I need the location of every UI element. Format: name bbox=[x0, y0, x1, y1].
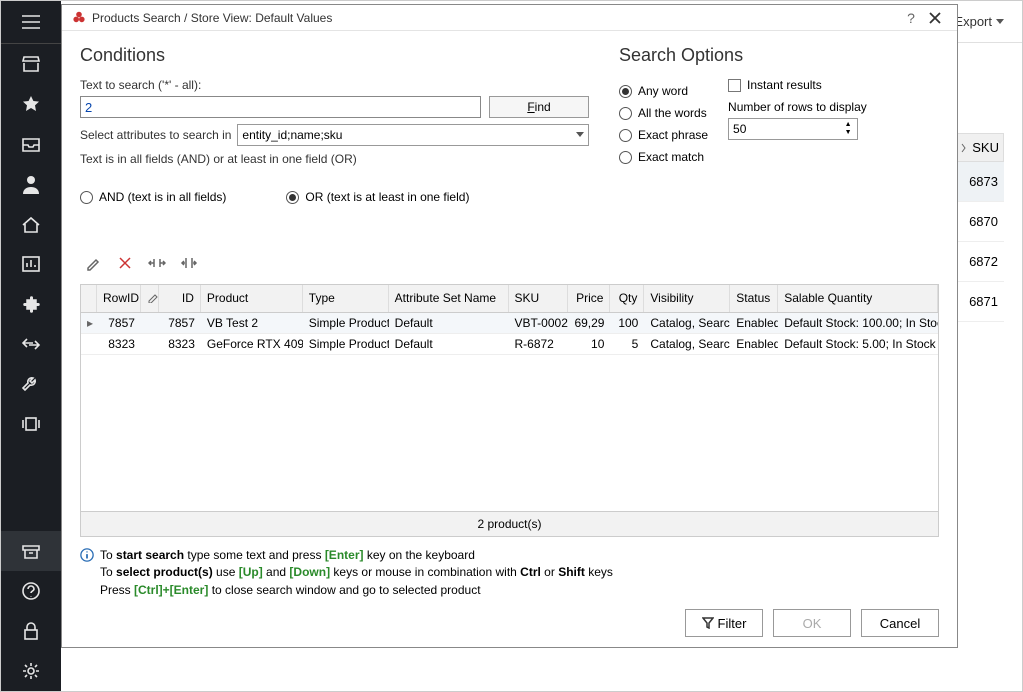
grid-header: RowID ID Product Type Attribute Set Name… bbox=[81, 285, 938, 313]
sidebar-help-icon[interactable] bbox=[1, 571, 61, 611]
all-words-radio[interactable]: All the words bbox=[619, 106, 708, 120]
sidebar-gear-icon[interactable] bbox=[1, 651, 61, 691]
grid-edit-icon[interactable] bbox=[80, 250, 106, 276]
spin-down[interactable]: ▼ bbox=[843, 129, 853, 137]
sidebar-wrench-icon[interactable] bbox=[1, 364, 61, 404]
rows-display-label: Number of rows to display bbox=[728, 100, 867, 114]
background-sku-column: SKU 6873 6870 6872 6871 bbox=[954, 133, 1004, 322]
info-icon bbox=[80, 548, 94, 562]
sidebar-puzzle-icon[interactable] bbox=[1, 284, 61, 324]
app-logo-icon bbox=[72, 11, 86, 25]
text-search-label: Text to search ('*' - all): bbox=[80, 78, 589, 92]
or-radio[interactable]: OR (text is at least in one field) bbox=[286, 190, 469, 204]
and-radio[interactable]: AND (text is in all fields) bbox=[80, 190, 226, 204]
grid-fit-icon[interactable] bbox=[144, 250, 170, 276]
edit-column-icon[interactable] bbox=[141, 285, 159, 312]
sidebar-store-icon[interactable] bbox=[1, 44, 61, 84]
cancel-button[interactable]: Cancel bbox=[861, 609, 939, 637]
sidebar-archive-icon[interactable] bbox=[1, 531, 61, 571]
sidebar-user-icon[interactable] bbox=[1, 164, 61, 204]
sidebar-lock-icon[interactable] bbox=[1, 611, 61, 651]
grid-toolbar bbox=[80, 250, 939, 276]
grid-delete-icon[interactable] bbox=[112, 250, 138, 276]
sidebar-slides-icon[interactable] bbox=[1, 404, 61, 444]
close-icon[interactable] bbox=[923, 6, 947, 30]
menu-icon[interactable] bbox=[1, 1, 61, 43]
sidebar-chart-icon[interactable] bbox=[1, 244, 61, 284]
options-heading: Search Options bbox=[619, 45, 939, 66]
table-row[interactable]: ▸ 7857 7857 VB Test 2 Simple Product Def… bbox=[81, 313, 938, 334]
sidebar-star-icon[interactable] bbox=[1, 84, 61, 124]
results-grid: RowID ID Product Type Attribute Set Name… bbox=[80, 284, 939, 537]
sidebar-inbox-icon[interactable] bbox=[1, 124, 61, 164]
conditions-heading: Conditions bbox=[80, 45, 589, 66]
sidebar-transfer-icon[interactable] bbox=[1, 324, 61, 364]
conditions-hint: Text is in all fields (AND) or at least … bbox=[80, 152, 589, 166]
rows-display-input[interactable]: 50 ▲▼ bbox=[728, 118, 858, 140]
exact-match-radio[interactable]: Exact match bbox=[619, 150, 708, 164]
sidebar-home-icon[interactable] bbox=[1, 204, 61, 244]
search-text-input[interactable] bbox=[80, 96, 481, 118]
spin-up[interactable]: ▲ bbox=[843, 121, 853, 129]
find-button[interactable]: Find bbox=[489, 96, 589, 118]
ok-button[interactable]: OK bbox=[773, 609, 851, 637]
dialog-title: Products Search / Store View: Default Va… bbox=[92, 11, 332, 25]
search-dialog: Products Search / Store View: Default Va… bbox=[61, 4, 958, 648]
left-sidebar bbox=[1, 1, 61, 691]
grid-columns-icon[interactable] bbox=[176, 250, 202, 276]
attributes-combo[interactable]: entity_id;name;sku bbox=[237, 124, 589, 146]
table-row[interactable]: 8323 8323 GeForce RTX 4090 Simple Produc… bbox=[81, 334, 938, 355]
info-hints: To start search type some text and press… bbox=[80, 547, 939, 599]
grid-footer: 2 product(s) bbox=[81, 511, 938, 536]
help-icon[interactable]: ? bbox=[899, 6, 923, 30]
exact-phrase-radio[interactable]: Exact phrase bbox=[619, 128, 708, 142]
filter-button[interactable]: Filter bbox=[685, 609, 763, 637]
attributes-label: Select attributes to search in bbox=[80, 128, 231, 142]
any-word-radio[interactable]: Any word bbox=[619, 84, 708, 98]
instant-results-checkbox[interactable]: Instant results bbox=[728, 78, 867, 92]
